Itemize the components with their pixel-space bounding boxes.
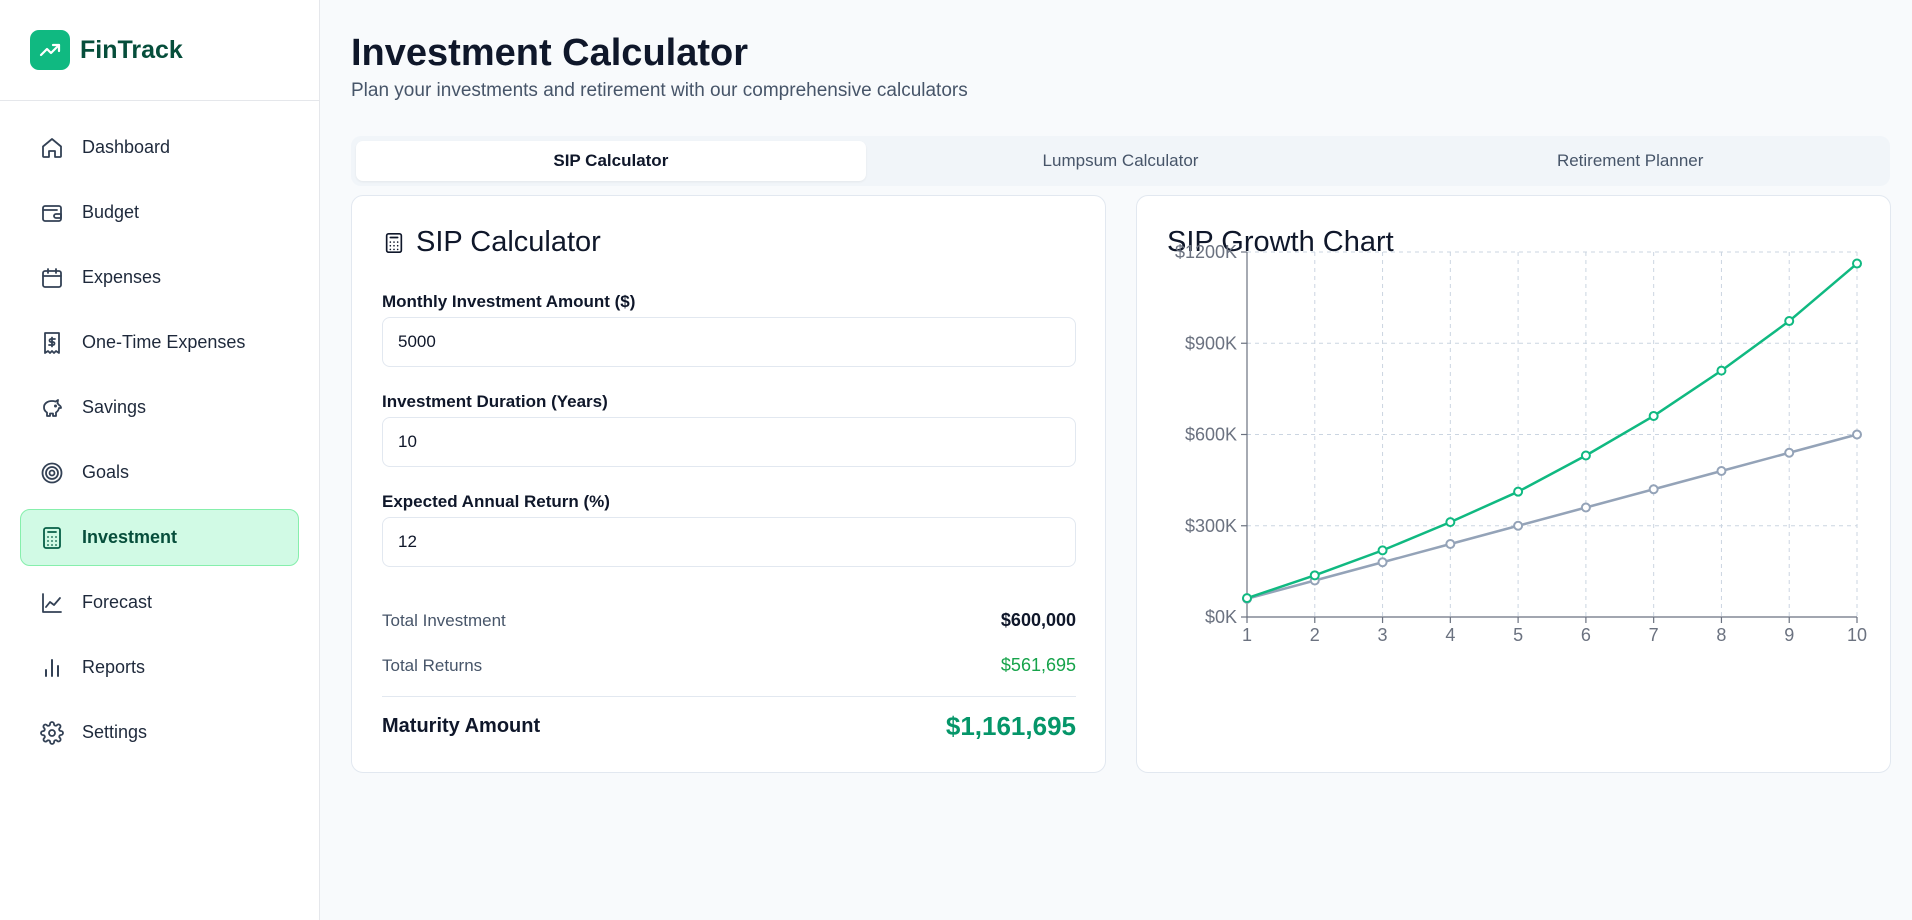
series-point [1377, 545, 1388, 556]
x-tick-label: 6 [1581, 625, 1591, 645]
series-point [1716, 365, 1727, 376]
series-line [1246, 262, 1858, 600]
target-icon [40, 461, 64, 485]
sip-calculator-card: SIP Calculator Monthly Investment Amount… [351, 195, 1106, 773]
x-tick-label: 10 [1847, 625, 1867, 645]
trending-up-icon [30, 30, 70, 70]
series-point [1513, 486, 1524, 497]
series-point [1309, 570, 1320, 581]
sidebar-item-label: Investment [82, 527, 178, 547]
maturity-amount-row: Maturity Amount $1,161,695 [382, 711, 1076, 742]
wallet-icon [40, 201, 64, 225]
series-point [1784, 316, 1795, 327]
y-tick-label: $600K [1185, 425, 1237, 445]
x-tick-label: 1 [1242, 625, 1252, 645]
series-point [1852, 258, 1862, 269]
sidebar-item-label: Dashboard [82, 137, 171, 157]
sidebar-item-label: Reports [82, 657, 146, 677]
sip-calculator-title-text: SIP Calculator [416, 226, 601, 258]
sidebar-item-label: Savings [82, 397, 147, 417]
gear-icon [40, 720, 64, 745]
x-tick-label: 4 [1445, 625, 1455, 645]
page-subtitle: Plan your investments and retirement wit… [351, 80, 968, 101]
sidebar-item-budget[interactable]: Budget [20, 184, 299, 241]
x-tick-label: 7 [1649, 625, 1659, 645]
sidebar-item-label: Forecast [82, 592, 153, 612]
sidebar-item-forecast[interactable]: Forecast [20, 574, 299, 631]
investment-duration-input[interactable] [382, 417, 1076, 467]
piggy-bank-icon [40, 396, 64, 420]
series-point [1648, 410, 1659, 421]
line-chart-icon [40, 591, 64, 615]
y-tick-label: $300K [1185, 516, 1237, 536]
sip-calculator-title: SIP Calculator [382, 226, 601, 259]
sidebar-item-label: Settings [82, 722, 148, 742]
series-point [1445, 539, 1456, 549]
series-point [1580, 502, 1591, 513]
sidebar-item-label: One-Time Expenses [82, 332, 246, 352]
y-tick-label: $1200K [1175, 242, 1237, 262]
sip-growth-chart: $0K $300K $600K $900K $1200K 1 2 3 4 5 6 7 8 9 10 [1175, 242, 1867, 645]
brand-name: FinTrack [80, 35, 183, 64]
monthly-investment-label: Monthly Investment Amount ($) [382, 292, 636, 311]
series-point [1716, 466, 1727, 476]
series-line [1246, 433, 1858, 600]
tab-retirement-planner[interactable]: Retirement Planner [1375, 141, 1885, 181]
x-tick-label: 9 [1784, 625, 1794, 645]
series-point [1580, 450, 1591, 461]
sidebar-item-settings[interactable]: Settings [20, 704, 299, 761]
page-title: Investment Calculator [351, 32, 748, 74]
sip-growth-chart-card: SIP Growth Chart $0K $300K $600K $900K $1200… [1136, 195, 1891, 773]
y-tick-label: $900K [1185, 333, 1237, 353]
sidebar-item-one-time-expenses[interactable]: One-Time Expenses [20, 314, 299, 371]
expected-return-label: Expected Annual Return (%) [382, 492, 610, 511]
x-tick-label: 3 [1378, 625, 1388, 645]
bar-chart-icon [40, 656, 64, 680]
sidebar-item-reports[interactable]: Reports [20, 639, 299, 696]
total-returns-value: $561,695 [1000, 655, 1076, 675]
tab-sip-calculator[interactable]: SIP Calculator [356, 141, 866, 181]
sidebar-item-savings[interactable]: Savings [20, 379, 299, 436]
expected-return-input[interactable] [382, 517, 1076, 567]
total-investment-row: Total Investment $600,000 [382, 610, 1076, 631]
series-point [1513, 520, 1524, 531]
sidebar-nav: Dashboard Budget Expenses One-Time Expen… [0, 101, 319, 787]
calendar-icon [40, 266, 64, 290]
sidebar-item-investment[interactable]: Investment [20, 509, 299, 566]
y-tick-label: $0K [1205, 607, 1237, 627]
summary-divider [382, 696, 1076, 697]
investment-duration-label: Investment Duration (Years) [382, 392, 608, 411]
sidebar: FinTrack Dashboard Budget Expenses One-T… [0, 0, 320, 920]
series-point [1242, 593, 1252, 604]
calculator-icon [40, 526, 64, 550]
x-tick-label: 8 [1716, 625, 1726, 645]
total-investment-label: Total Investment [382, 610, 506, 630]
sidebar-item-goals[interactable]: Goals [20, 444, 299, 501]
home-icon [40, 136, 64, 160]
maturity-amount-label: Maturity Amount [382, 715, 541, 737]
x-tick-label: 2 [1310, 625, 1320, 645]
series-point [1377, 557, 1388, 568]
sidebar-item-label: Expenses [82, 267, 162, 287]
tab-lumpsum-calculator[interactable]: Lumpsum Calculator [866, 141, 1376, 181]
series-point [1445, 517, 1456, 528]
monthly-investment-input[interactable] [382, 317, 1076, 367]
sidebar-item-expenses[interactable]: Expenses [20, 249, 299, 306]
sidebar-item-dashboard[interactable]: Dashboard [20, 119, 299, 176]
total-returns-label: Total Returns [382, 655, 483, 675]
brand[interactable]: FinTrack [0, 0, 319, 101]
receipt-dollar-icon [40, 331, 64, 355]
series-point [1852, 429, 1862, 440]
sidebar-item-label: Budget [82, 202, 140, 222]
sidebar-item-label: Goals [82, 462, 130, 482]
calculator-tabs: SIP Calculator Lumpsum Calculator Retire… [351, 136, 1890, 186]
series-point [1784, 447, 1795, 458]
total-returns-row: Total Returns $561,695 [382, 655, 1076, 676]
calculator-icon [382, 230, 406, 256]
x-tick-label: 5 [1513, 625, 1523, 645]
total-investment-value: $600,000 [1000, 610, 1076, 630]
series-point [1648, 484, 1659, 495]
maturity-amount-value: $1,161,695 [945, 711, 1076, 741]
